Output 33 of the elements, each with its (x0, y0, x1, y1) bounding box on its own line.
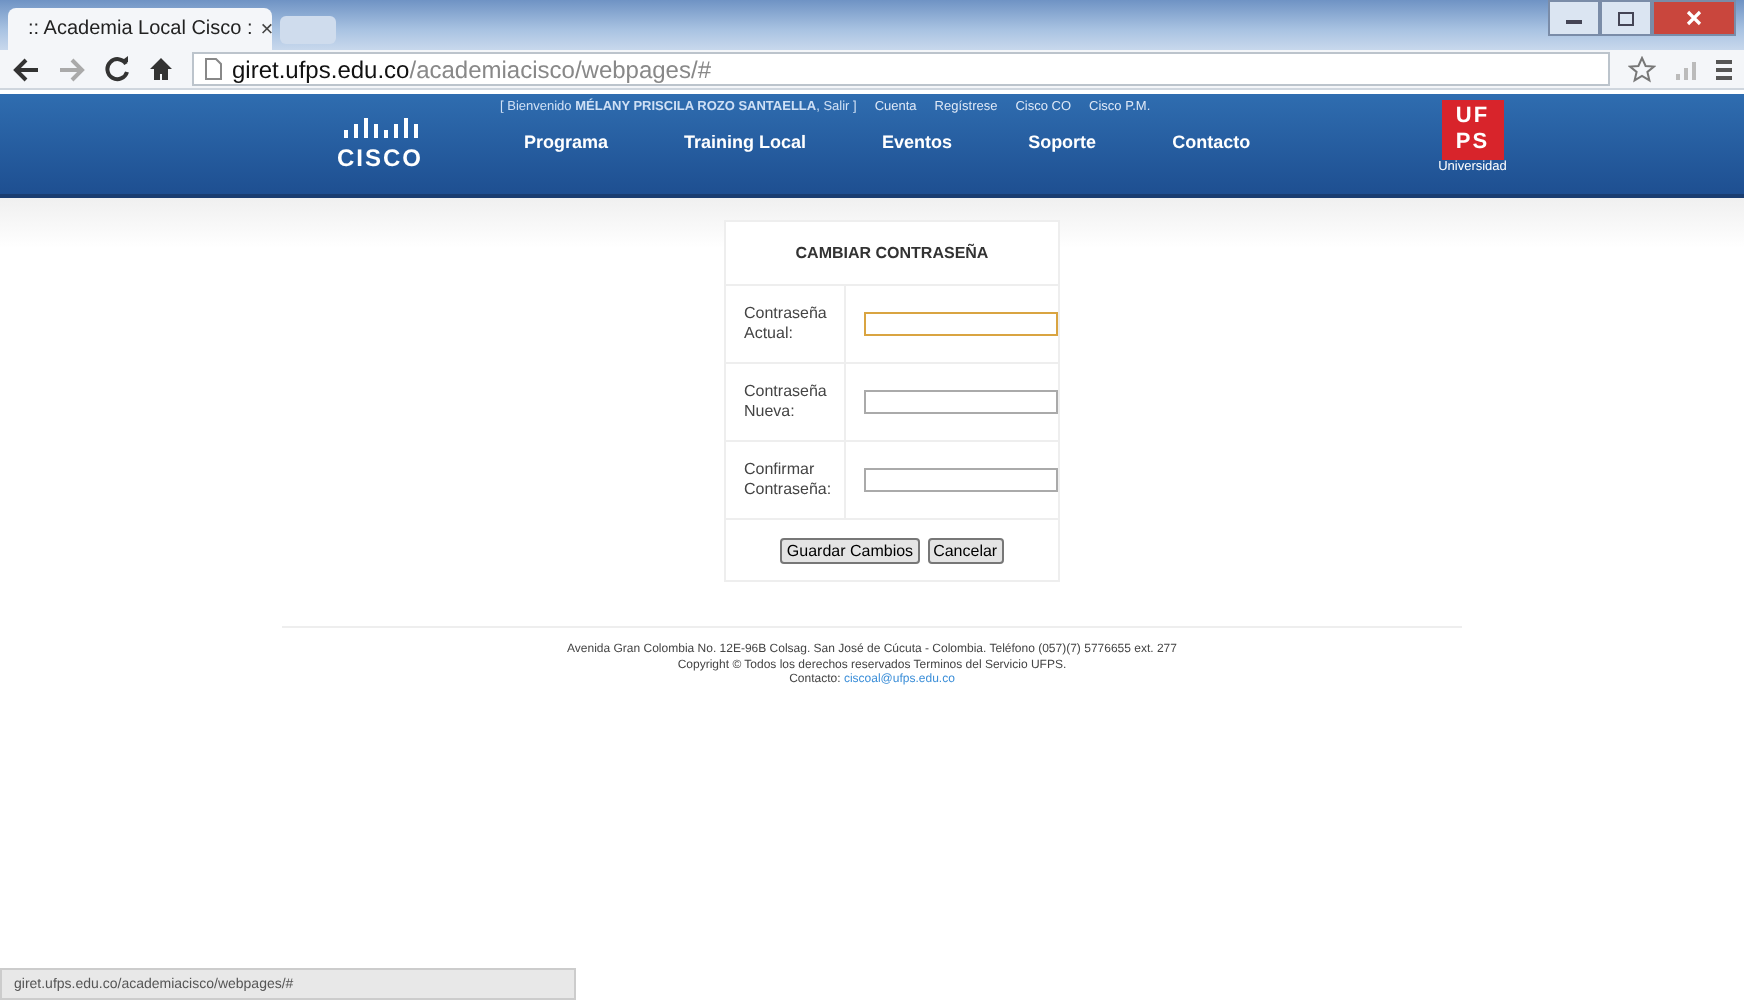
page-icon (204, 58, 222, 80)
browser-tab[interactable]: :: Academia Local Cisco : × (8, 8, 272, 50)
password-field[interactable] (864, 390, 1058, 414)
password-field[interactable] (864, 468, 1058, 492)
form-button[interactable]: Cancelar (927, 538, 1004, 564)
maximize-icon (1616, 10, 1636, 26)
reload-icon[interactable] (104, 56, 130, 82)
close-icon (1684, 10, 1704, 26)
university-logo: UF PS (1441, 100, 1504, 160)
field-label: Confirmar Contraseña: (726, 442, 846, 518)
nav-link[interactable]: Training Local (684, 132, 807, 152)
tab-close-button[interactable]: × (260, 17, 274, 41)
nav-link[interactable]: Programa (524, 132, 609, 152)
nav-link[interactable]: Soporte (1028, 132, 1097, 152)
star-icon[interactable] (1628, 55, 1656, 83)
cisco-bars-icon (342, 117, 418, 141)
minimize-button[interactable] (1548, 0, 1600, 36)
nav-link[interactable]: Eventos (882, 132, 953, 152)
cisco-logo-text: CISCO (336, 143, 423, 171)
address-bar[interactable]: giret.ufps.edu.co/academiacisco/webpages/# (192, 52, 1610, 86)
field-label: Contraseña Nueva: (726, 364, 846, 440)
password-field[interactable] (864, 312, 1058, 336)
close-button[interactable] (1652, 0, 1736, 36)
back-icon[interactable] (12, 57, 40, 81)
form-button[interactable]: Guardar Cambios (780, 538, 920, 564)
nav-link[interactable]: Contacto (1172, 132, 1251, 152)
field-label: Contraseña Actual: (726, 286, 846, 362)
form-title: CAMBIAR CONTRASEÑA (726, 222, 1058, 286)
maximize-button[interactable] (1600, 0, 1652, 36)
home-icon[interactable] (148, 56, 174, 82)
signal-icon (1674, 57, 1698, 81)
menu-icon[interactable] (1716, 57, 1732, 81)
tab-title: :: Academia Local Cisco : (28, 18, 253, 40)
